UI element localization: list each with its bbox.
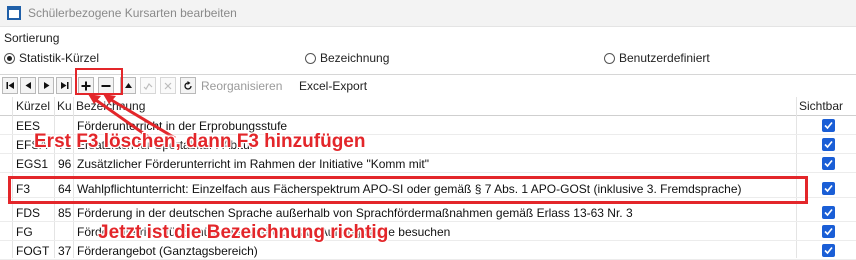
sort-option-label: Benutzerdefiniert [619, 51, 710, 65]
sichtbar-checkbox[interactable] [822, 119, 835, 132]
cell-kuerzel[interactable]: FDS [16, 206, 40, 220]
cell-bezeichnung[interactable]: Förderung in der deutschen Sprache außer… [77, 206, 633, 220]
checkmark-icon [824, 208, 833, 217]
annotation-top: Erst F3 löschen, dann F3 hinzufügen [34, 131, 366, 152]
cell-ku[interactable]: 37 [58, 244, 71, 258]
checkmark-icon [824, 227, 833, 236]
first-record-button[interactable] [2, 77, 18, 94]
radio-button[interactable] [305, 52, 316, 64]
last-record-icon [60, 82, 68, 89]
first-record-icon [6, 82, 14, 89]
previous-record-icon [25, 82, 31, 89]
checkmark-icon [824, 159, 833, 168]
sort-option-bezeichnung[interactable]: Bezeichnung [305, 50, 389, 66]
refresh-icon [184, 80, 192, 90]
window-title: Schülerbezogene Kursarten bearbeiten [28, 6, 237, 20]
sichtbar-checkbox[interactable] [822, 138, 835, 151]
column-header-bezeichnung[interactable]: Bezeichnung [76, 99, 145, 113]
radio-button-checked[interactable] [4, 52, 15, 64]
cell-kuerzel[interactable]: FOGT [16, 244, 49, 258]
cell-kuerzel[interactable]: FG [16, 225, 33, 239]
checkmark-icon [824, 246, 833, 255]
sichtbar-checkbox[interactable] [822, 206, 835, 219]
sort-section-label: Sortierung [4, 31, 60, 45]
cancel-edit-button[interactable] [160, 77, 176, 94]
cancel-icon [164, 82, 172, 89]
last-record-button[interactable] [56, 77, 72, 94]
checkmark-icon [824, 121, 833, 130]
toolbar-highlight-box [75, 68, 123, 95]
cell-bezeichnung[interactable]: Zusätzlicher Förderunterricht im Rahmen … [77, 157, 429, 171]
annotation-bottom: Jetzt ist die Bezeichnung richtig [98, 222, 389, 243]
app-window-icon [7, 6, 21, 20]
table-row[interactable]: EGS1 96 Zusätzlicher Förderunterricht im… [0, 154, 856, 173]
title-bar: Schülerbezogene Kursarten bearbeiten [0, 0, 856, 27]
caret-up-icon [124, 83, 132, 88]
column-header-ku[interactable]: Ku [57, 99, 72, 113]
table-row[interactable]: FDS 85 Förderung in der deutschen Sprach… [0, 203, 856, 222]
excel-export-button[interactable]: Excel-Export [299, 79, 367, 93]
cell-bezeichnung[interactable]: Förderangebot (Ganztagsbereich) [77, 244, 258, 258]
navigator-toolbar: Reorganisieren Excel-Export [0, 74, 856, 98]
sichtbar-checkbox[interactable] [822, 225, 835, 238]
next-record-button[interactable] [38, 77, 54, 94]
sichtbar-checkbox[interactable] [822, 244, 835, 257]
radio-button[interactable] [604, 52, 615, 64]
check-icon [143, 82, 153, 90]
column-header-kuerzel[interactable]: Kürzel [16, 99, 50, 113]
cell-kuerzel[interactable]: EGS1 [16, 157, 48, 171]
post-edit-button[interactable] [140, 77, 156, 94]
table-header: Kürzel Ku Bezeichnung Sichtbar [0, 97, 856, 116]
sort-option-statistik[interactable]: Statistik-Kürzel [4, 50, 99, 66]
refresh-data-button[interactable] [180, 77, 196, 94]
reorganize-button[interactable]: Reorganisieren [201, 79, 282, 93]
checkmark-icon [824, 140, 833, 149]
sort-option-label: Bezeichnung [320, 51, 390, 65]
sichtbar-checkbox[interactable] [822, 157, 835, 170]
sichtbar-checkbox[interactable] [822, 182, 835, 195]
f3-row-highlight-box [8, 176, 808, 204]
column-header-sichtbar[interactable]: Sichtbar [799, 99, 843, 113]
sort-option-label: Statistik-Kürzel [19, 51, 100, 65]
sort-option-benutzerdefiniert[interactable]: Benutzerdefiniert [604, 50, 710, 66]
previous-record-button[interactable] [20, 77, 36, 94]
next-record-icon [43, 82, 49, 89]
cell-ku[interactable]: 96 [58, 157, 71, 171]
checkmark-icon [824, 184, 833, 193]
cell-ku[interactable]: 85 [58, 206, 71, 220]
